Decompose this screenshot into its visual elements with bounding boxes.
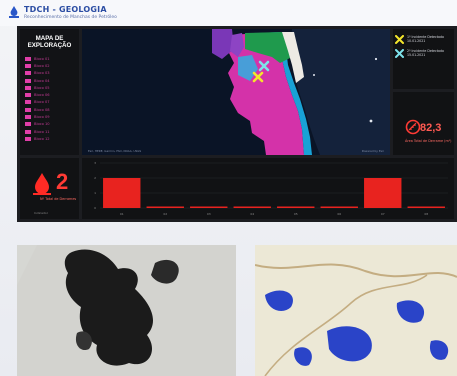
- map-powered-by: Powered by Esri: [361, 149, 384, 153]
- legend-swatch: [25, 107, 31, 112]
- legend-swatch: [25, 85, 31, 90]
- legend-item[interactable]: Bloco 06: [25, 91, 77, 98]
- area-kpi: 82,3 Área Total de Derrame (m²): [393, 92, 454, 155]
- exploration-map[interactable]: Esri, HERE, Garmin, FAO, NOAA, USGS Powe…: [82, 29, 390, 155]
- incident-x-icon: [395, 49, 404, 58]
- bar-03[interactable]: [190, 206, 228, 209]
- sidebar-title: MAPA DE EXPLORAÇÃO: [20, 35, 79, 49]
- legend-swatch: [25, 136, 31, 141]
- bar-01[interactable]: [103, 178, 141, 208]
- legend-swatch: [25, 93, 31, 98]
- legend-label: Bloco 08: [34, 107, 50, 112]
- app-subtitle: Reconhecimento de Manchas de Petróleo: [24, 15, 117, 20]
- legend-swatch: [25, 100, 31, 105]
- legend-item[interactable]: Bloco 04: [25, 77, 77, 84]
- legend-label: Bloco 01: [34, 56, 50, 61]
- legend-label: Bloco 04: [34, 78, 50, 83]
- legend-item[interactable]: Bloco 05: [25, 84, 77, 91]
- legend-label: Bloco 06: [34, 93, 50, 98]
- app-title: TDCH - GEOLOGIA: [24, 5, 107, 14]
- legend-swatch: [25, 129, 31, 134]
- legend-swatch: [25, 63, 31, 68]
- bar-02[interactable]: [146, 206, 184, 209]
- x-tick-label: 02: [163, 212, 167, 216]
- legend-item[interactable]: Bloco 09: [25, 113, 77, 120]
- satellite-photo-water: [255, 245, 457, 376]
- x-tick-label: 06: [337, 212, 341, 216]
- legend-label: Bloco 12: [34, 136, 50, 141]
- legend-label: Bloco 09: [34, 115, 50, 120]
- satellite-photo-oil: [17, 245, 236, 376]
- count-value: 2: [56, 169, 69, 194]
- legend-item[interactable]: Bloco 01: [25, 55, 77, 62]
- app-header: TDCH - GEOLOGIA Reconhecimento de Mancha…: [0, 0, 457, 26]
- map-attribution: Esri, HERE, Garmin, FAO, NOAA, USGS: [88, 149, 142, 153]
- incident-list: 1º Incidente Detectado 10.01.2021 2º Inc…: [393, 29, 454, 89]
- water-detection-image: [255, 245, 457, 376]
- bar-04[interactable]: [233, 206, 271, 209]
- legend-swatch: [25, 122, 31, 127]
- legend-label: Bloco 05: [34, 85, 50, 90]
- legend-label: Bloco 03: [34, 71, 50, 76]
- y-tick-label: 0: [94, 206, 96, 210]
- map-legend: Bloco 01 Bloco 02 Bloco 03 Bloco 04 Bloco 05…: [25, 55, 77, 143]
- y-tick-label: 1: [94, 191, 96, 195]
- count-kpi: 2 Nº Total de Derrames Indicador: [20, 158, 79, 219]
- legend-label: Bloco 02: [34, 63, 50, 68]
- legend-item[interactable]: Bloco 08: [25, 106, 77, 113]
- legend-label: Bloco 11: [34, 129, 50, 134]
- map-canvas[interactable]: [82, 29, 390, 155]
- incident-item-2[interactable]: 2º Incidente Detectado 15.01.2021: [395, 49, 444, 58]
- x-tick-label: 03: [207, 212, 211, 216]
- logo-icon: [9, 6, 19, 18]
- legend-label: Bloco 10: [34, 122, 50, 127]
- oil-spill-image: [17, 245, 236, 376]
- incident-x-icon: [395, 35, 404, 44]
- legend-item[interactable]: Bloco 12: [25, 135, 77, 142]
- bar-07[interactable]: [364, 178, 402, 208]
- legend-item[interactable]: Bloco 10: [25, 121, 77, 128]
- incident-1-date: 10.01.2021: [407, 39, 426, 43]
- sidebar-title-line2: EXPLORAÇÃO: [27, 42, 72, 49]
- oil-drop-icon: [33, 173, 51, 195]
- dashboard: MAPA DE EXPLORAÇÃO Bloco 01 Bloco 02 Bloco…: [17, 26, 457, 222]
- legend-item[interactable]: Bloco 03: [25, 70, 77, 77]
- exploration-sidebar: MAPA DE EXPLORAÇÃO Bloco 01 Bloco 02 Bloco…: [20, 29, 79, 155]
- y-tick-label: 2: [94, 176, 96, 180]
- y-tick-label: 3: [94, 161, 96, 165]
- x-tick-label: 07: [381, 212, 385, 216]
- legend-swatch: [25, 115, 31, 120]
- x-tick-label: 08: [424, 212, 428, 216]
- spill-chart: 3 2 1 0 01 02 03 04 05 06 07 08: [82, 158, 454, 219]
- bar-08[interactable]: [407, 206, 445, 209]
- legend-label: Bloco 07: [34, 100, 50, 105]
- area-label: Área Total de Derrame (m²): [405, 139, 452, 143]
- legend-swatch: [25, 78, 31, 83]
- bar-06[interactable]: [320, 206, 358, 209]
- ruler-icon: [405, 119, 421, 135]
- bar-05[interactable]: [277, 206, 315, 209]
- x-tick-label: 01: [120, 212, 124, 216]
- count-label: Nº Total de Derrames: [40, 197, 77, 201]
- bar-chart: 3 2 1 0 01 02 03 04 05 06 07 08: [94, 161, 448, 216]
- legend-item[interactable]: Bloco 02: [25, 62, 77, 69]
- legend-swatch: [25, 71, 31, 76]
- x-tick-label: 05: [294, 212, 298, 216]
- incident-item-1[interactable]: 1º Incidente Detectado 10.01.2021: [395, 35, 444, 44]
- legend-item[interactable]: Bloco 07: [25, 99, 77, 106]
- incident-2-date: 15.01.2021: [407, 53, 426, 57]
- x-tick-label: 04: [250, 212, 254, 216]
- area-value: 82,3: [420, 122, 442, 134]
- legend-swatch: [25, 56, 31, 61]
- count-footer: Indicador: [34, 211, 48, 215]
- sidebar-title-line1: MAPA DE: [35, 35, 64, 42]
- legend-item[interactable]: Bloco 11: [25, 128, 77, 135]
